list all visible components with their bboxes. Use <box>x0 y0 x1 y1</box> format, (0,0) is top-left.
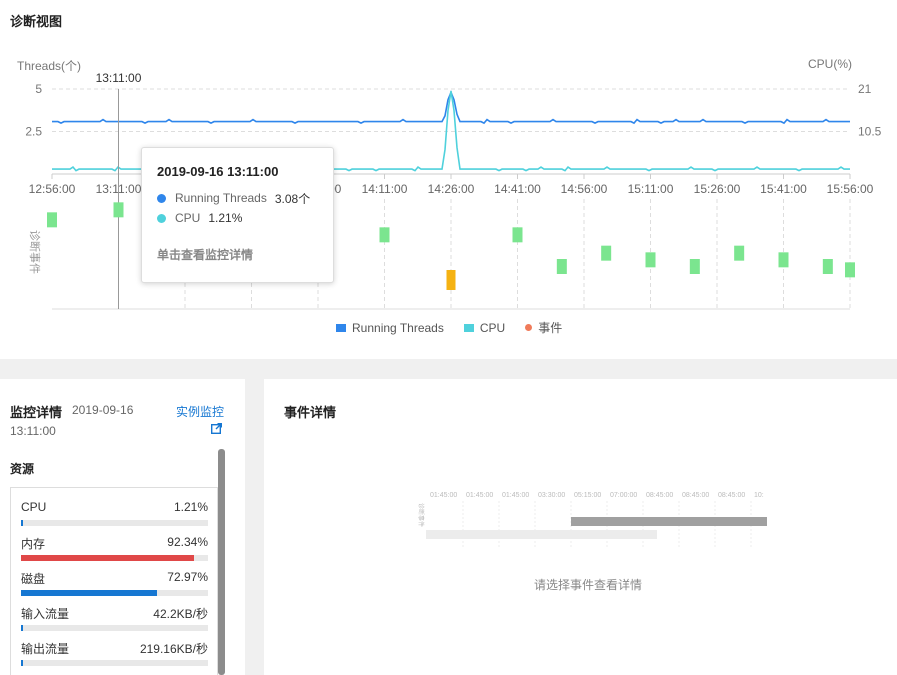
resources-title: 资源 <box>10 462 35 476</box>
resource-label: 输出流量 <box>21 642 70 656</box>
placeholder-tick-label: 08:45:00 <box>682 492 709 499</box>
legend-threads-label: Running Threads <box>352 320 444 335</box>
placeholder-tick-label: 08:45:00 <box>646 492 673 499</box>
diagnostics-chart[interactable]: 52.52110.512:56:0013:11:0013:26:0013:41:… <box>0 0 897 359</box>
event-dot-icon <box>525 324 533 331</box>
resource-bar <box>21 660 208 666</box>
resources-list: CPU 1.21% 内存 92.34% 磁盘 72.97% 输入流量 42.2K… <box>10 487 218 675</box>
placeholder-axis-label: 诊断事件 <box>417 503 425 527</box>
threads-dot-icon <box>157 193 166 203</box>
placeholder-bar <box>426 530 657 539</box>
series-line-threads <box>52 90 850 125</box>
resource-label: 输入流量 <box>21 607 70 621</box>
legend-event-label: 事件 <box>538 321 563 335</box>
event-marker-normal <box>379 227 390 243</box>
diagnostics-panel: 诊断视图 Threads(个) CPU(%) 5 2.5 21 10.5 12:56:0… <box>0 0 897 359</box>
instance-monitor-link[interactable]: 实例监控 <box>176 403 224 420</box>
cpu-swatch-icon <box>463 323 474 332</box>
resource-bar-fill <box>21 660 23 666</box>
tooltip-cpu-row: CPU 1.21% <box>157 208 333 228</box>
x-tick-label: 14:41:00 <box>494 182 541 196</box>
resource-bar <box>21 625 208 631</box>
resource-label: CPU <box>21 500 47 514</box>
event-marker-normal <box>601 245 612 261</box>
tooltip-threads-label: Running Threads <box>175 191 267 205</box>
resource-bar-fill <box>21 520 24 526</box>
resource-bar <box>21 590 208 596</box>
external-link-icon[interactable] <box>211 423 222 434</box>
event-marker-normal <box>556 259 567 274</box>
legend-item-event[interactable]: 事件 <box>525 319 562 336</box>
event-marker-normal <box>512 227 523 243</box>
x-tick-label: 15:11:00 <box>628 182 674 196</box>
placeholder-tick-label: 01:45:00 <box>430 492 457 499</box>
event-marker-normal <box>113 202 124 218</box>
placeholder-bar <box>571 517 767 526</box>
tooltip-detail-link[interactable]: 单击查看监控详情 <box>157 246 333 263</box>
x-tick-label: 12:56:00 <box>29 182 76 196</box>
tooltip-threads-row: Running Threads 3.08个 <box>157 188 333 208</box>
resource-label: 磁盘 <box>21 572 46 586</box>
placeholder-tick-label: 10: <box>754 492 764 499</box>
resource-value: 42.2KB/秒 <box>153 607 208 621</box>
monitor-title: 监控详情 <box>10 405 63 420</box>
event-empty-hint: 请选择事件查看详情 <box>534 578 643 592</box>
events-axis-label: 诊断事件 <box>28 230 42 274</box>
x-tick-label: 15:26:00 <box>694 182 741 196</box>
monitor-date: 2019-09-16 <box>72 403 134 417</box>
event-marker-normal <box>47 212 57 228</box>
crosshair-time-label: 13:11:00 <box>96 71 142 85</box>
event-marker-normal <box>689 259 700 274</box>
event-marker-normal <box>778 252 789 268</box>
resource-value: 219.16KB/秒 <box>139 642 208 656</box>
left-tick-label: 2.5 <box>25 125 42 139</box>
tooltip-time: 2019-09-16 13:11:00 <box>157 164 279 179</box>
right-tick-label: 21 <box>858 82 872 96</box>
legend-item-cpu[interactable]: CPU <box>463 319 506 336</box>
resource-bar <box>21 520 208 526</box>
event-marker-normal <box>845 262 855 278</box>
tooltip-cpu-label: CPU <box>175 211 201 225</box>
event-marker-normal <box>734 245 745 261</box>
resource-bar-fill <box>21 555 194 561</box>
placeholder-tick-label: 08:45:00 <box>718 492 745 499</box>
x-tick-label: 14:11:00 <box>362 182 408 196</box>
legend-item-threads[interactable]: Running Threads <box>336 319 444 336</box>
right-tick-label: 10.5 <box>858 125 882 139</box>
resource-bar-fill <box>21 625 23 631</box>
x-tick-label: 14:26:00 <box>428 182 475 196</box>
x-tick-label: 15:41:00 <box>760 182 807 196</box>
event-details-panel: 事件详情 01:45:00 01:45:00 01:45:00 03:30:00 05:… <box>264 379 897 675</box>
resources-scrollbar[interactable] <box>218 449 225 675</box>
event-marker-normal <box>645 252 656 268</box>
resource-value: 72.97% <box>167 570 208 584</box>
resource-bar <box>21 555 208 561</box>
event-marker-warning <box>446 270 456 290</box>
placeholder-tick-label: 07:00:00 <box>610 492 637 499</box>
left-tick-label: 5 <box>35 82 42 96</box>
monitor-panel: 监控详情 2019-09-16 13:11:00 实例监控 资源 CPU 1.2… <box>0 379 245 675</box>
event-placeholder-chart: 01:45:00 01:45:00 01:45:00 03:30:00 05:15:00… <box>417 492 767 547</box>
chart-tooltip: 2019-09-16 13:11:00 Running Threads 3.08… <box>141 147 334 283</box>
chart-legend: Running Threads CPU 事件 <box>336 319 582 336</box>
placeholder-tick-label: 05:15:00 <box>574 492 601 499</box>
tooltip-threads-value: 3.08个 <box>274 191 311 206</box>
resource-value: 1.21% <box>173 500 208 514</box>
resource-bar-fill <box>21 590 158 596</box>
legend-cpu-label: CPU <box>479 320 506 335</box>
placeholder-tick-label: 01:45:00 <box>466 492 493 499</box>
monitor-time: 13:11:00 <box>10 424 56 438</box>
event-details-title: 事件详情 <box>284 405 337 420</box>
threads-swatch-icon <box>336 323 346 332</box>
event-marker-normal <box>822 259 833 274</box>
cpu-dot-icon <box>157 213 166 223</box>
tooltip-cpu-value: 1.21% <box>208 211 243 225</box>
resource-value: 92.34% <box>167 535 208 549</box>
placeholder-tick-label: 01:45:00 <box>502 492 529 499</box>
x-tick-label: 14:56:00 <box>561 182 608 196</box>
resource-label: 内存 <box>21 537 46 551</box>
x-tick-label: 15:56:00 <box>827 182 874 196</box>
placeholder-tick-label: 03:30:00 <box>538 492 565 499</box>
